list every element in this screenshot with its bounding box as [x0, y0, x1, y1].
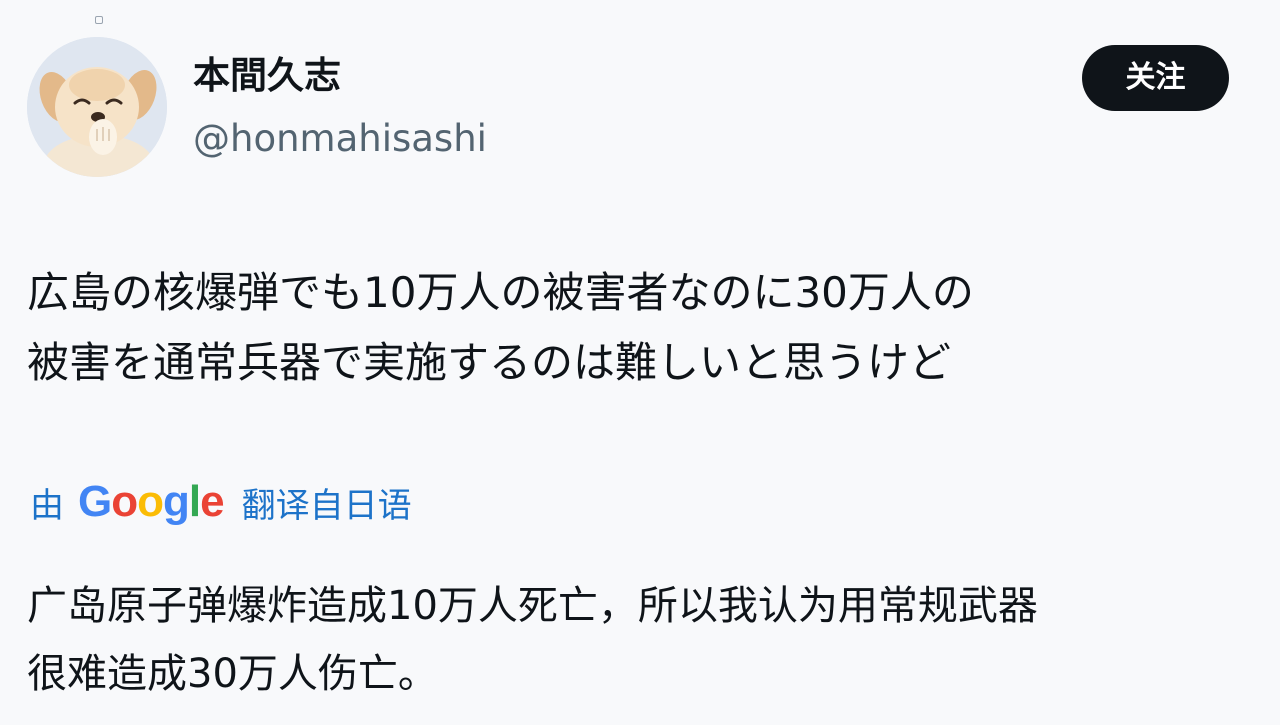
translated-text-line: 广岛原子弹爆炸造成10万人死亡，所以我认为用常规武器 [27, 583, 1038, 629]
user-handle[interactable]: @honmahisashi [193, 115, 487, 163]
translation-source-language: 翻译自日语 [241, 485, 412, 526]
translated-text-line: 很难造成30万人伤亡。 [27, 651, 438, 697]
translated-text: 广岛原子弹爆炸造成10万人死亡，所以我认为用常规武器 很难造成30万人伤亡。 [27, 572, 1257, 708]
smiling-dog-avatar-icon [27, 37, 167, 177]
google-logo-letter: o [111, 477, 138, 526]
tweet-text-line: 被害を通常兵器で実施するのは難しいと思うけど [27, 338, 952, 387]
translation-prefix: 由 [30, 485, 64, 526]
display-name[interactable]: 本間久志 [193, 52, 341, 100]
google-logo: Google [78, 477, 225, 527]
tweet-text-line: 広島の核爆弾でも10万人の被害者なのに30万人の [27, 268, 974, 317]
google-logo-letter: G [78, 477, 112, 526]
tweet-text: 広島の核爆弾でも10万人の被害者なのに30万人の 被害を通常兵器で実施するのは難… [27, 258, 1257, 398]
google-logo-letter: e [200, 477, 225, 526]
avatar[interactable] [27, 37, 167, 177]
google-logo-letter: o [137, 477, 164, 526]
translation-notice[interactable]: 由 Google 翻译自日语 [30, 474, 412, 530]
follow-button[interactable]: 关注 [1082, 45, 1229, 111]
status-indicator [95, 16, 103, 24]
tweet-card: 本間久志 @honmahisashi 关注 広島の核爆弾でも10万人の被害者なの… [0, 0, 1280, 725]
google-logo-letter: l [188, 477, 201, 526]
google-logo-letter: g [163, 477, 190, 526]
